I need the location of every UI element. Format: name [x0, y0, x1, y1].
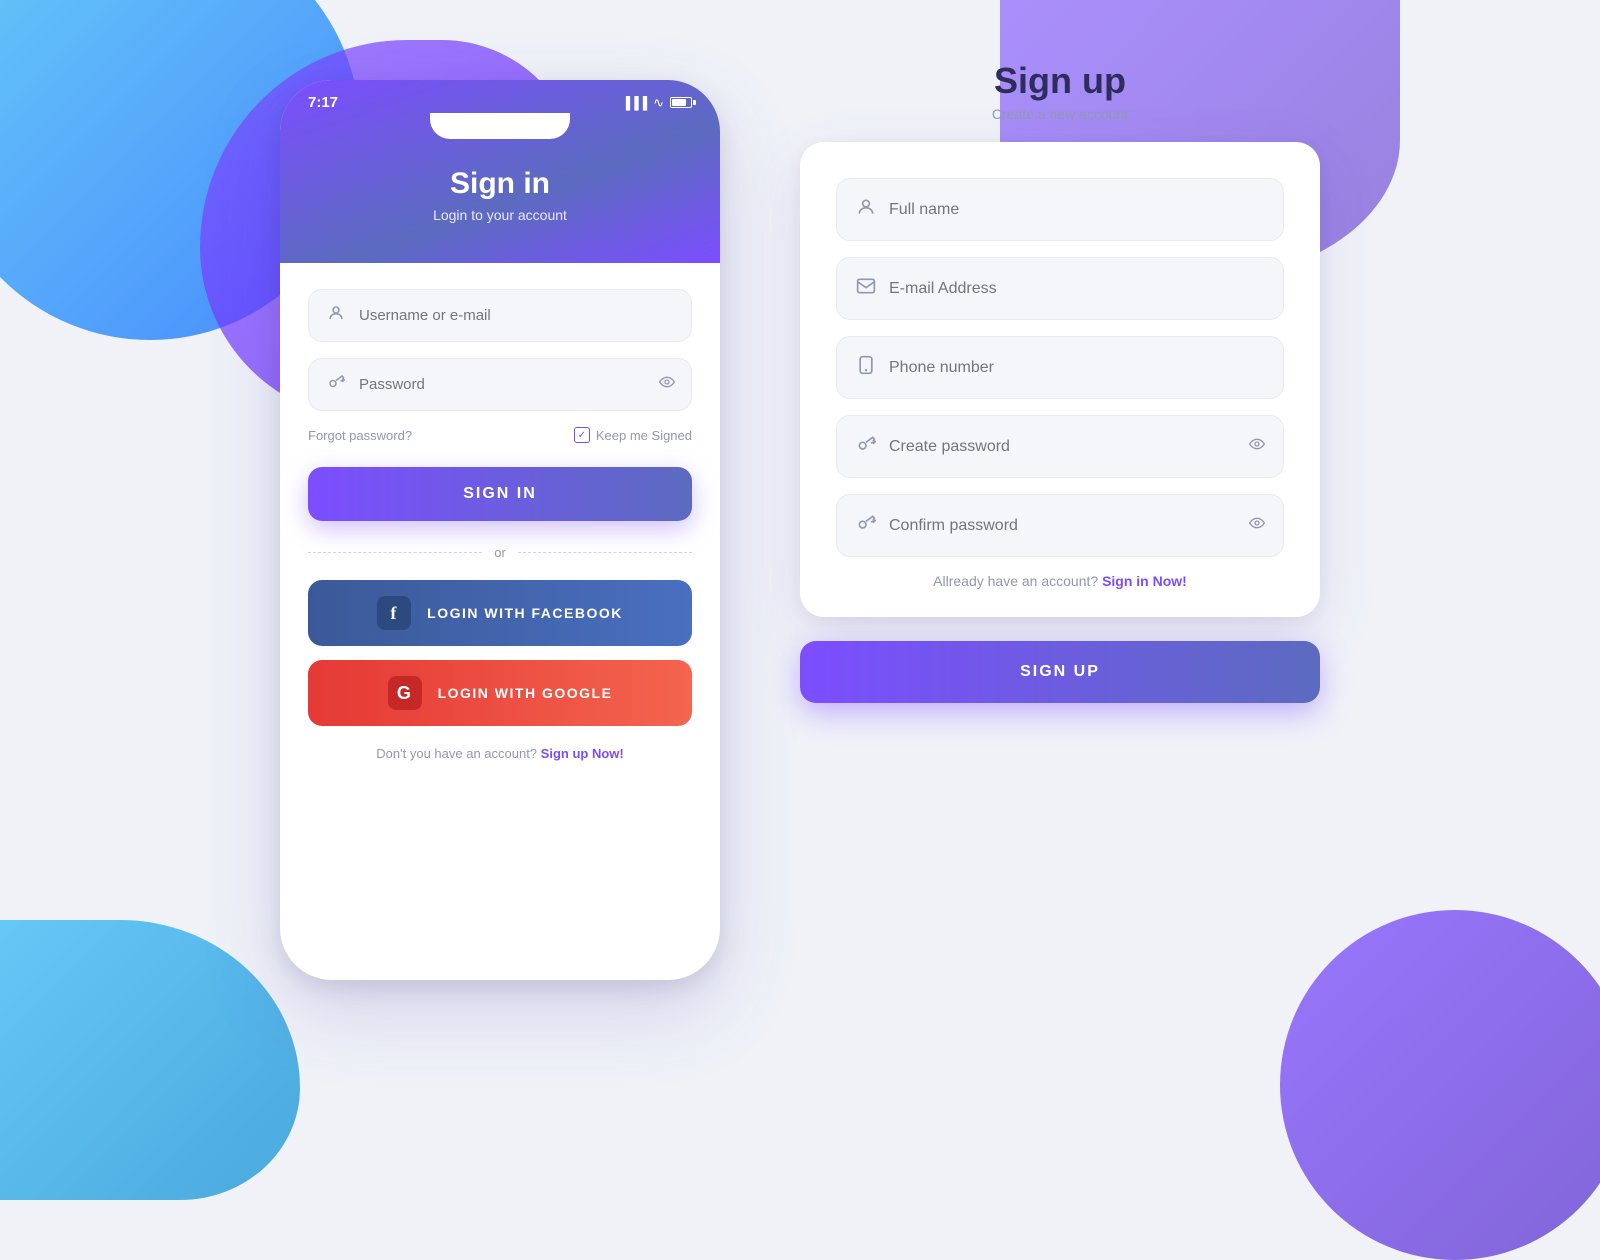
confirm-password-eye-icon[interactable] [1249, 515, 1265, 536]
signup-header: Sign up Create a new account [800, 60, 1320, 122]
phone-input-group [836, 336, 1284, 399]
password-input-group [308, 358, 692, 411]
status-icons: ▐▐▐ ∿ [622, 95, 692, 111]
google-login-button[interactable]: G LOGIN WITH GOOGLE [308, 660, 692, 726]
signin-footer-text: Don't you have an account? [376, 746, 537, 761]
signup-title: Sign up [800, 60, 1320, 102]
divider-left [308, 552, 482, 553]
phone-header: 7:17 ▐▐▐ ∿ Sign in Login to your account [280, 80, 720, 263]
keep-signed-label: Keep me Signed [596, 428, 692, 443]
wifi-icon: ∿ [653, 95, 664, 111]
signup-subtitle: Create a new account [800, 106, 1320, 122]
signin-form-body: Forgot password? ✓ Keep me Signed SIGN I… [280, 253, 720, 799]
already-account-text: Allready have an account? Sign in Now! [836, 573, 1284, 589]
phone-input[interactable] [889, 359, 1265, 377]
signup-panel: Sign up Create a new account [800, 60, 1320, 703]
phone-mockup: 7:17 ▐▐▐ ∿ Sign in Login to your account [280, 80, 720, 980]
create-password-input[interactable] [889, 438, 1249, 456]
confirm-password-key-icon [855, 513, 877, 538]
signup-card: Allready have an account? Sign in Now! [800, 142, 1320, 617]
already-text: Allready have an account? [933, 573, 1098, 589]
facebook-login-button[interactable]: f LOGIN WITH FACEBOOK [308, 580, 692, 646]
fullname-input-group [836, 178, 1284, 241]
email-input[interactable] [889, 280, 1265, 298]
create-password-input-group [836, 415, 1284, 478]
divider-text: or [494, 545, 506, 560]
status-time: 7:17 [308, 94, 338, 111]
create-password-eye-icon[interactable] [1249, 436, 1265, 457]
create-password-key-icon [855, 434, 877, 459]
forgot-password-link[interactable]: Forgot password? [308, 428, 412, 443]
keep-signed-option: ✓ Keep me Signed [574, 427, 692, 443]
form-options: Forgot password? ✓ Keep me Signed [308, 427, 692, 443]
fullname-user-icon [855, 197, 877, 222]
user-icon [325, 304, 347, 327]
divider-right [518, 552, 692, 553]
email-icon [855, 276, 877, 301]
confirm-password-input[interactable] [889, 517, 1249, 535]
status-bar: 7:17 ▐▐▐ ∿ [280, 80, 720, 111]
sign-in-button[interactable]: SIGN IN [308, 467, 692, 521]
confirm-password-input-group [836, 494, 1284, 557]
key-icon [325, 373, 347, 396]
sign-up-button[interactable]: SIGN UP [800, 641, 1320, 703]
signin-title: Sign in [280, 167, 720, 201]
main-container: 7:17 ▐▐▐ ∿ Sign in Login to your account [0, 0, 1600, 1200]
fullname-input[interactable] [889, 201, 1265, 219]
email-input-group [836, 257, 1284, 320]
signin-subtitle: Login to your account [280, 207, 720, 223]
password-eye-icon[interactable] [659, 374, 675, 395]
google-button-label: LOGIN WITH GOOGLE [438, 685, 613, 701]
keep-signed-checkbox[interactable]: ✓ [574, 427, 590, 443]
facebook-button-label: LOGIN WITH FACEBOOK [427, 605, 623, 621]
username-input-group [308, 289, 692, 342]
battery-icon [670, 97, 692, 108]
divider: or [308, 545, 692, 560]
google-icon: G [388, 676, 422, 710]
signin-footer: Don't you have an account? Sign up Now! [308, 726, 692, 771]
phone-notch [430, 113, 570, 139]
signal-icon: ▐▐▐ [622, 96, 648, 110]
username-input[interactable] [359, 307, 675, 324]
signup-now-link[interactable]: Sign up Now! [541, 746, 624, 761]
facebook-icon: f [377, 596, 411, 630]
signin-now-link[interactable]: Sign in Now! [1102, 573, 1187, 589]
phone-icon [855, 355, 877, 380]
signin-password-input[interactable] [359, 376, 659, 393]
